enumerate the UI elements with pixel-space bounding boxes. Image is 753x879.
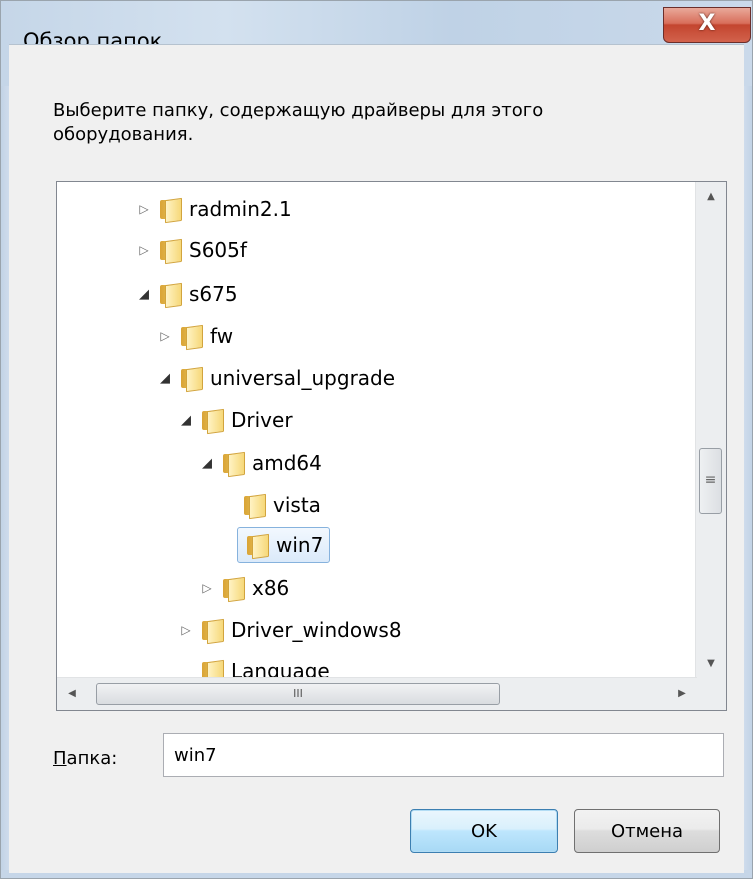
tree-item-s605f[interactable]: ▷ S605f bbox=[135, 233, 247, 267]
close-icon: X bbox=[698, 11, 716, 36]
close-button[interactable]: X bbox=[663, 7, 751, 43]
scroll-up-icon[interactable]: ▲ bbox=[696, 182, 726, 212]
folder-label-text: апка: bbox=[66, 748, 118, 769]
expand-arrow-icon[interactable]: ▷ bbox=[135, 243, 153, 257]
scrollbar-corner bbox=[696, 678, 726, 710]
tree-item-x86[interactable]: ▷ x86 bbox=[198, 571, 289, 605]
expand-arrow-icon[interactable]: ▷ bbox=[177, 623, 195, 637]
folder-icon bbox=[243, 493, 266, 520]
tree-item-radmin[interactable]: ▷ radmin2.1 bbox=[135, 192, 292, 226]
horizontal-scroll-thumb[interactable]: III bbox=[96, 683, 500, 705]
scroll-right-icon[interactable]: ▶ bbox=[667, 678, 697, 710]
access-key: П bbox=[53, 748, 67, 769]
tree-item-label: universal_upgrade bbox=[210, 366, 396, 390]
grip-icon: ≡ bbox=[704, 472, 717, 488]
tree-item-label: amd64 bbox=[252, 451, 322, 475]
folder-icon bbox=[246, 533, 269, 560]
expand-arrow-icon[interactable]: ▷ bbox=[156, 329, 174, 343]
tree-item-label: Driver_windows8 bbox=[231, 618, 402, 642]
tree-item-fw[interactable]: ▷ fw bbox=[156, 319, 233, 353]
folder-icon bbox=[201, 408, 224, 435]
tree-item-win7[interactable]: win7 bbox=[219, 527, 331, 563]
collapse-arrow-icon[interactable]: ◢ bbox=[198, 456, 216, 471]
tree-item-label: s675 bbox=[189, 282, 238, 306]
tree-item-label: vista bbox=[273, 493, 321, 517]
vertical-scroll-thumb[interactable]: ≡ bbox=[699, 448, 722, 514]
tree-item-label: x86 bbox=[252, 576, 290, 600]
ok-button[interactable]: OK bbox=[410, 809, 558, 853]
window-frame-right bbox=[744, 86, 752, 871]
tree-item-label: Driver bbox=[231, 408, 293, 432]
folder-icon bbox=[180, 324, 203, 351]
cancel-button[interactable]: Отмена bbox=[574, 809, 720, 853]
tree-item-amd64[interactable]: ◢ amd64 bbox=[198, 446, 322, 480]
selected-item-highlight[interactable]: win7 bbox=[237, 527, 331, 563]
folder-icon bbox=[159, 282, 182, 309]
tree-item-label: radmin2.1 bbox=[189, 197, 292, 221]
folder-icon bbox=[159, 197, 182, 224]
folder-icon bbox=[222, 576, 245, 603]
tree-item-vista[interactable]: vista bbox=[219, 488, 321, 522]
collapse-arrow-icon[interactable]: ◢ bbox=[177, 413, 195, 428]
horizontal-scrollbar[interactable]: ◀ III ▶ bbox=[57, 677, 697, 710]
folder-icon bbox=[201, 618, 224, 645]
tree-item-driver-windows8[interactable]: ▷ Driver_windows8 bbox=[177, 613, 402, 647]
vertical-scrollbar[interactable]: ▲ ≡ ▼ bbox=[695, 182, 726, 679]
collapse-arrow-icon[interactable]: ◢ bbox=[135, 287, 153, 302]
tree-item-universal-upgrade[interactable]: ◢ universal_upgrade bbox=[156, 361, 395, 395]
collapse-arrow-icon[interactable]: ◢ bbox=[156, 371, 174, 386]
tree-item-label: S605f bbox=[189, 238, 247, 262]
scroll-left-icon[interactable]: ◀ bbox=[57, 678, 87, 710]
folder-icon bbox=[159, 238, 182, 265]
expand-arrow-icon[interactable]: ▷ bbox=[198, 581, 216, 595]
instruction-text: Выберите папку, содержащую драйверы для … bbox=[53, 100, 544, 145]
folder-tree[interactable]: ▷ radmin2.1 ▷ S605f ◢ s675 ▷ fw ◢ univer… bbox=[56, 181, 727, 711]
tree-item-driver[interactable]: ◢ Driver bbox=[177, 403, 293, 437]
window-frame-left bbox=[1, 86, 9, 871]
folder-icon bbox=[222, 451, 245, 478]
expand-arrow-icon[interactable]: ▷ bbox=[135, 202, 153, 216]
tree-item-s675[interactable]: ◢ s675 bbox=[135, 277, 238, 311]
tree-item-label: win7 bbox=[276, 533, 324, 557]
folder-input[interactable] bbox=[163, 733, 724, 777]
folder-field-label: Папка: bbox=[53, 748, 117, 769]
tree-item-label: fw bbox=[210, 324, 234, 348]
folder-icon bbox=[180, 366, 203, 393]
browse-folder-dialog: Обзор папок X Выберите папку, содержащую… bbox=[0, 0, 753, 879]
scroll-down-icon[interactable]: ▼ bbox=[696, 649, 726, 679]
